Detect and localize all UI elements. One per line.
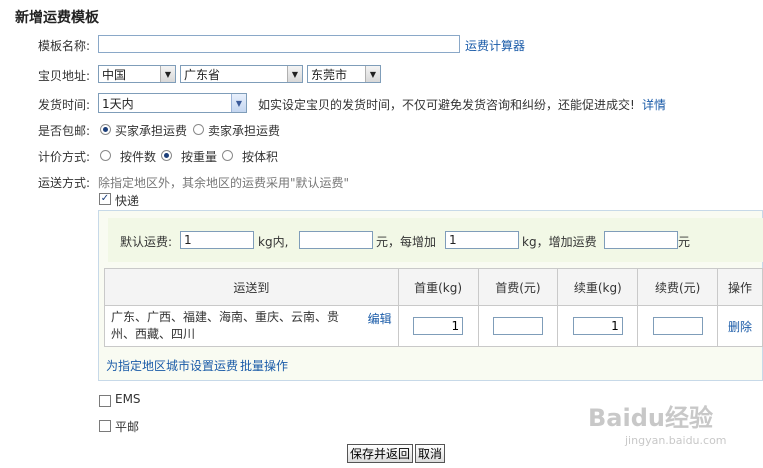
ship-time-value: 1天内 [102, 96, 134, 111]
first-fee-cell [477, 305, 559, 347]
delete-row-link[interactable]: 删除 [728, 320, 752, 334]
regions-line-1: 广东、广西、福建、海南、重庆、云南、贵 [111, 310, 340, 324]
surface-mail-label: 平邮 [115, 420, 140, 434]
express-label: 快递 [115, 194, 140, 208]
chevron-down-icon: ▼ [287, 66, 302, 82]
page-title: 新增运费模板 [15, 10, 99, 26]
col-header-next-fee: 续费(元) [637, 268, 719, 306]
destination-cell: 广东、广西、福建、海南、重庆、云南、贵 州、西藏、四川 编辑 [104, 305, 399, 347]
radio-seller-pays-label: 卖家承担运费 [208, 124, 281, 138]
default-first-weight-input[interactable] [180, 231, 254, 249]
default-step-weight-input[interactable] [445, 231, 519, 249]
province-select[interactable]: 广东省 ▼ [180, 65, 303, 83]
chevron-down-icon: ▼ [365, 66, 380, 82]
col-header-first-weight: 首重(kg) [397, 268, 479, 306]
country-select-value: 中国 [102, 67, 127, 82]
radio-by-count[interactable] [100, 150, 111, 161]
yuan-each-text: 元，每增加 [376, 235, 437, 249]
ems-label: EMS [115, 392, 141, 406]
city-select[interactable]: 东莞市 ▼ [307, 65, 381, 83]
row-first-weight-input[interactable] [413, 317, 464, 335]
row-next-fee-input[interactable] [652, 317, 703, 335]
batch-operation-link[interactable]: 批量操作 [240, 357, 288, 374]
radio-buyer-pays[interactable] [100, 124, 111, 135]
province-select-value: 广东省 [184, 67, 221, 82]
col-header-next-weight: 续重(kg) [557, 268, 639, 306]
radio-by-count-label: 按件数 [120, 150, 157, 164]
shipping-zones-table: 运送到 首重(kg) 首费(元) 续重(kg) 续费(元) 操作 广东、广西、福… [104, 268, 763, 347]
default-add-fee-input[interactable] [604, 231, 678, 249]
pricing-label: 计价方式: [38, 150, 91, 164]
set-region-freight-link[interactable]: 为指定地区城市设置运费 [106, 357, 238, 374]
radio-by-weight[interactable] [161, 150, 172, 161]
ship-time-select[interactable]: 1天内 ▼ [98, 93, 247, 113]
radio-by-volume[interactable] [222, 150, 233, 161]
col-header-action: 操作 [717, 268, 763, 306]
template-name-input[interactable] [98, 35, 460, 53]
surface-mail-checkbox[interactable] [99, 420, 111, 432]
col-header-first-fee: 首费(元) [477, 268, 559, 306]
row-next-weight-input[interactable] [572, 317, 623, 335]
template-name-label: 模板名称: [38, 39, 91, 53]
chevron-down-icon: ▼ [160, 66, 175, 82]
watermark-brand: Baidu经验 [588, 404, 713, 432]
country-select[interactable]: 中国 ▼ [98, 65, 176, 83]
ship-time-label: 发货时间: [38, 98, 91, 112]
chevron-down-icon: ▼ [231, 94, 246, 112]
action-cell: 删除 [717, 305, 763, 347]
delivery-hint: 除指定地区外，其余地区的运费采用"默认运费" [98, 176, 350, 190]
default-fee-label: 默认运费: [120, 235, 173, 249]
ship-time-detail-link[interactable]: 详情 [642, 96, 666, 113]
cancel-button[interactable]: 取消 [415, 444, 446, 463]
city-select-value: 东莞市 [311, 67, 348, 82]
kg-within-text: kg内, [258, 235, 289, 249]
next-fee-cell [637, 305, 719, 347]
regions-line-2: 州、西藏、四川 [111, 327, 196, 341]
radio-by-volume-label: 按体积 [242, 150, 279, 164]
radio-buyer-pays-label: 买家承担运费 [115, 124, 188, 138]
radio-seller-pays[interactable] [193, 124, 204, 135]
freight-calculator-link[interactable]: 运费计算器 [465, 37, 525, 54]
delivery-label: 运送方式: [38, 176, 91, 190]
first-weight-cell [397, 305, 479, 347]
ems-checkbox[interactable] [99, 395, 111, 407]
default-first-fee-input[interactable] [299, 231, 373, 249]
col-header-destination: 运送到 [104, 268, 399, 306]
row-first-fee-input[interactable] [492, 317, 543, 335]
free-shipping-label: 是否包邮: [38, 124, 91, 138]
edit-regions-link[interactable]: 编辑 [368, 310, 392, 327]
kg-add-text: kg，增加运费 [522, 235, 597, 249]
express-checkbox[interactable]: ✓ [99, 193, 111, 205]
table-row: 广东、广西、福建、海南、重庆、云南、贵 州、西藏、四川 编辑 删除 [104, 305, 763, 347]
yuan-text: 元 [678, 235, 691, 249]
watermark-url: jingyan.baidu.com [625, 434, 727, 447]
next-weight-cell [557, 305, 639, 347]
radio-by-weight-label: 按重量 [181, 150, 218, 164]
table-header-row: 运送到 首重(kg) 首费(元) 续重(kg) 续费(元) 操作 [104, 268, 763, 306]
location-label: 宝贝地址: [38, 69, 91, 83]
ship-time-hint: 如实设定宝贝的发货时间，不仅可避免发货咨询和纠纷，还能促进成交! [258, 98, 635, 112]
save-and-return-button[interactable]: 保存并返回 [347, 444, 414, 463]
